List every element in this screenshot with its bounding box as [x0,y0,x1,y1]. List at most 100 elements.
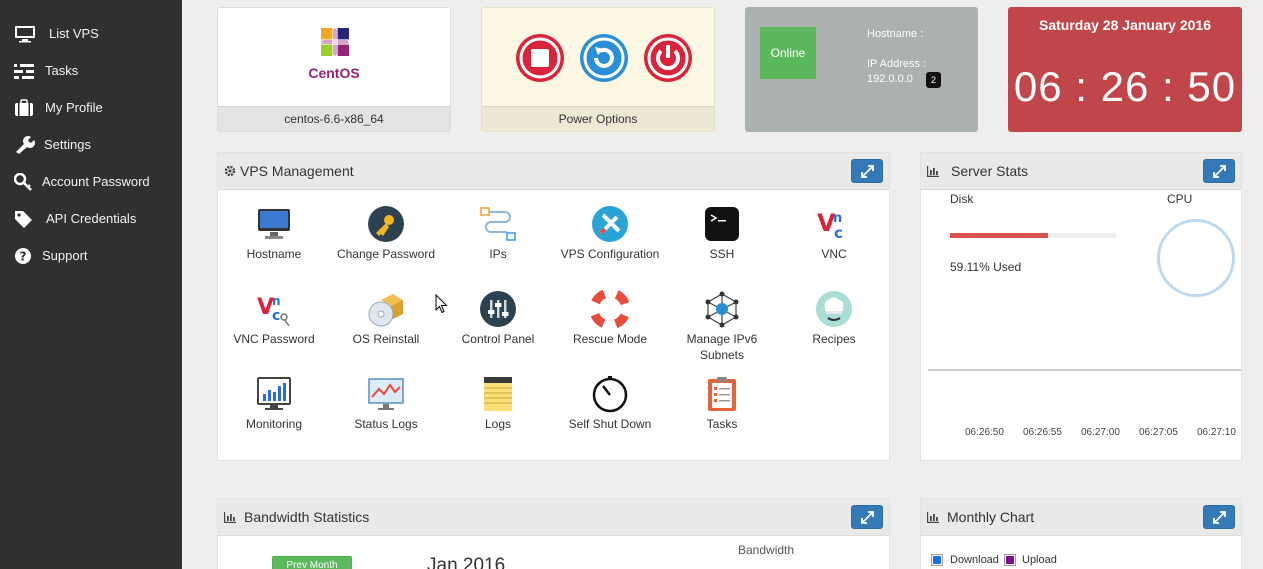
mg-vps-configuration[interactable]: VPS Configuration [554,205,666,262]
expand-button[interactable] [851,505,883,529]
power-off-button[interactable] [644,34,692,82]
network-nodes-icon [705,291,739,328]
expand-button[interactable] [1203,159,1235,183]
vnc-password-icon: Vnc [257,294,290,327]
gear-icon [224,165,236,177]
ip-address-value: 192.0.0.0 [867,73,913,85]
sidebar-item-account-password[interactable]: Account Password [0,168,182,196]
mg-vnc-password[interactable]: Vnc VNC Password [218,290,330,347]
panel-title: VPS Management [240,163,354,179]
disk-label: Disk [950,192,974,206]
os-card: CentOS centos-6.6-x86_64 [217,7,451,132]
mg-recipes[interactable]: Recipes [778,290,890,347]
panel-title: Server Stats [951,163,1029,179]
vnc-icon: Vnc [817,209,843,242]
mg-hostname[interactable]: Hostname [218,205,330,262]
centos-logo-text: CentOS [308,65,360,81]
status-badge: Online [760,27,816,79]
panel-header: Bandwidth Statistics [218,499,889,536]
mg-logs[interactable]: Logs [442,375,554,432]
mg-monitoring[interactable]: Monitoring [218,375,330,432]
cpu-label: CPU [1167,192,1193,206]
svg-text:n: n [272,294,281,308]
time-display: 06 : 26 : 50 [1013,63,1237,110]
sidebar-item-label: Tasks [45,63,79,78]
disk-usage-bar [950,233,1116,238]
sidebar-item-label: My Profile [45,100,103,115]
mg-tasks[interactable]: Tasks [666,375,778,432]
mg-rescue-mode[interactable]: Rescue Mode [554,290,666,347]
mg-control-panel[interactable]: Control Panel [442,290,554,347]
clock-card: Saturday 28 January 2016 06 : 26 : 50 [1008,7,1242,132]
sidebar-item-api-credentials[interactable]: API Credentials [0,205,182,233]
key-icon [14,173,32,191]
panel-title: Bandwidth Statistics [244,509,370,525]
briefcase-icon [15,99,33,116]
power-card: Power Options [481,7,715,132]
time-minutes: 26 [1100,63,1150,110]
network-icon [480,207,516,241]
disc-box-icon [368,294,403,327]
sidebar-item-tasks[interactable]: Tasks [0,57,182,85]
panel-header: Server Stats [921,153,1241,190]
sidebar-item-label: API Credentials [46,211,137,226]
line-chart-icon [368,378,404,410]
sidebar-item-my-profile[interactable]: My Profile [0,94,182,122]
expand-icon [1213,165,1226,178]
date-display: Saturday 28 January 2016 [1039,17,1211,33]
sidebar-item-settings[interactable]: Settings [0,131,182,159]
time-axis-label: 06:27:05 [1139,427,1178,438]
month-label: Jan 2016 [427,555,506,569]
mg-os-reinstall[interactable]: OS Reinstall [330,290,442,347]
mg-change-password[interactable]: Change Password [330,205,442,262]
time-axis-label: 06:26:50 [965,427,1004,438]
mg-status-logs[interactable]: Status Logs [330,375,442,432]
restart-button[interactable] [580,34,628,82]
sidebar-item-label: Account Password [42,174,150,189]
vps-management-panel: VPS Management Hostname Change Password … [217,152,890,461]
panel-header: VPS Management [218,153,889,190]
time-axis-label: 06:27:00 [1081,427,1120,438]
centos-logo [317,24,353,60]
time-axis-label: 06:27:10 [1197,427,1236,438]
stop-button[interactable] [516,34,564,82]
monitor-icon [15,26,35,43]
wrench-icon [16,136,35,154]
terminal-icon [705,207,739,241]
monitor-icon [258,209,290,239]
sidebar-item-list-vps[interactable]: List VPS [0,20,182,48]
clipboard-icon [708,377,736,411]
legend-label-download: Download [950,554,999,566]
mg-ssh[interactable]: SSH [666,205,778,262]
sidebar-item-label: List VPS [49,26,99,41]
prev-month-button[interactable]: Prev Month [272,556,352,569]
mg-vnc[interactable]: Vnc VNC [778,205,890,262]
time-seconds: 50 [1187,63,1237,110]
expand-button[interactable] [1203,505,1235,529]
status-card: Online Hostname : IP Address : 192.0.0.0… [745,7,978,132]
monthly-chart-panel: Monthly Chart Download Upload [920,498,1242,569]
cpu-gauge [1157,219,1235,297]
svg-text:?: ? [20,250,27,264]
ip-count-badge[interactable]: 2 [926,72,941,88]
disk-usage-fill [950,233,1049,238]
panel-header: Monthly Chart [921,499,1241,536]
sidebar-item-label: Settings [44,137,91,152]
expand-icon [1213,511,1226,524]
tools-icon [592,206,628,242]
legend-swatch-fill [933,556,941,564]
mouse-cursor [435,294,448,314]
mg-ips[interactable]: IPs [442,205,554,262]
mg-self-shut-down[interactable]: Self Shut Down [554,375,666,432]
monitoring-chart-icon [257,377,291,410]
mg-manage-ipv6-subnets[interactable]: Manage IPv6 Subnets [666,290,778,363]
sidebar-item-support[interactable]: ? Support [0,242,182,270]
svg-text:c: c [272,308,280,324]
bar-chart-icon [927,512,939,523]
legend-swatch-download [931,554,943,566]
os-caption: centos-6.6-x86_64 [218,106,450,131]
expand-icon [861,165,874,178]
expand-button[interactable] [851,159,883,183]
time-axis-label: 06:26:55 [1023,427,1062,438]
legend-swatch-upload [1004,554,1016,566]
